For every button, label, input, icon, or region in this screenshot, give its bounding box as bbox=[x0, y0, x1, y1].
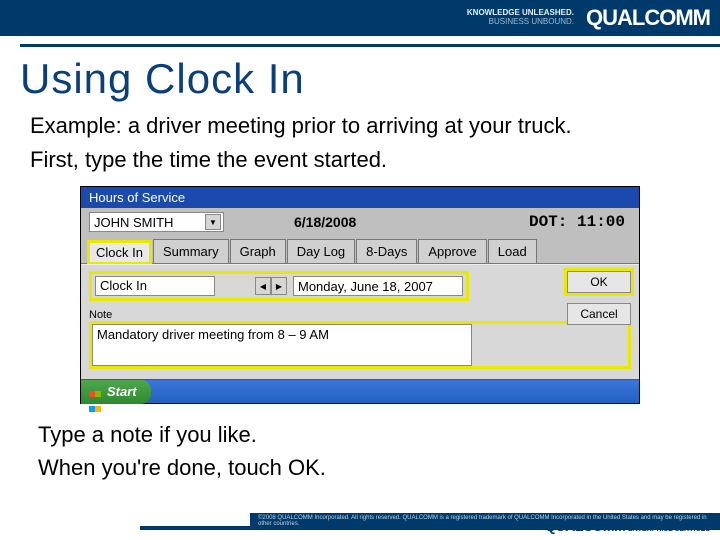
footer: ©2008 QUALCOMM Incorporated. All rights … bbox=[0, 516, 720, 540]
tagline: KNOWLEDGE UNLEASHED. BUSINESS UNBOUND. bbox=[467, 9, 574, 27]
note-input[interactable]: Mandatory driver meeting from 8 – 9 AM bbox=[92, 324, 472, 366]
outro-line-1: Type a note if you like. bbox=[38, 418, 690, 451]
footer-brand: QUALCOMM ENTERPRISE SERVICES bbox=[545, 518, 710, 534]
window-title: Hours of Service bbox=[81, 187, 639, 208]
intro-line-1: Example: a driver meeting prior to arriv… bbox=[30, 111, 690, 141]
outro-line-2: When you're done, touch OK. bbox=[38, 451, 690, 484]
tab-approve[interactable]: Approve bbox=[418, 239, 486, 263]
tagline-sub: BUSINESS UNBOUND. bbox=[489, 17, 574, 26]
driver-dropdown[interactable]: JOHN SMITH ▼ bbox=[89, 212, 224, 232]
clock-in-panel: Clock In ◀ ▶ Monday, June 18, 2007 Note … bbox=[81, 264, 639, 379]
ok-button[interactable]: OK bbox=[567, 271, 631, 293]
brand-logo: QUALCOMM bbox=[586, 5, 710, 31]
tab-bar: Clock In Summary Graph Day Log 8-Days Ap… bbox=[81, 236, 639, 264]
divider bbox=[20, 44, 720, 47]
info-row: JOHN SMITH ▼ 6/18/2008 DOT: 11:00 bbox=[81, 208, 639, 236]
tab-clock-in[interactable]: Clock In bbox=[87, 240, 152, 265]
start-label: Start bbox=[107, 384, 137, 399]
header-bar: KNOWLEDGE UNLEASHED. BUSINESS UNBOUND. Q… bbox=[0, 0, 720, 36]
start-button[interactable]: Start bbox=[81, 380, 151, 404]
prev-date-button[interactable]: ◀ bbox=[255, 277, 271, 295]
windows-icon bbox=[89, 385, 103, 399]
note-highlight: Mandatory driver meeting from 8 – 9 AM bbox=[89, 321, 631, 369]
tab-load[interactable]: Load bbox=[488, 239, 537, 263]
date-picker[interactable]: Monday, June 18, 2007 bbox=[293, 276, 463, 296]
tab-graph[interactable]: Graph bbox=[230, 239, 286, 263]
clock-in-input[interactable]: Clock In bbox=[95, 276, 215, 296]
date-header: 6/18/2008 bbox=[294, 214, 356, 230]
cancel-button[interactable]: Cancel bbox=[567, 303, 631, 325]
tab-summary[interactable]: Summary bbox=[153, 239, 229, 263]
next-date-button[interactable]: ▶ bbox=[271, 277, 287, 295]
clock-in-highlight: Clock In ◀ ▶ Monday, June 18, 2007 bbox=[89, 271, 469, 301]
chevron-down-icon[interactable]: ▼ bbox=[205, 214, 221, 230]
dot-time: DOT: 11:00 bbox=[529, 213, 625, 231]
driver-name: JOHN SMITH bbox=[94, 215, 173, 230]
taskbar: Start bbox=[81, 379, 639, 403]
tab-day-log[interactable]: Day Log bbox=[287, 239, 355, 263]
slide: KNOWLEDGE UNLEASHED. BUSINESS UNBOUND. Q… bbox=[0, 0, 720, 540]
screenshot-mock: Hours of Service JOHN SMITH ▼ 6/18/2008 … bbox=[80, 186, 640, 404]
tab-8-days[interactable]: 8-Days bbox=[356, 239, 417, 263]
page-title: Using Clock In bbox=[20, 55, 720, 103]
intro-line-2: First, type the time the event started. bbox=[30, 145, 690, 175]
note-label: Note bbox=[89, 309, 631, 321]
